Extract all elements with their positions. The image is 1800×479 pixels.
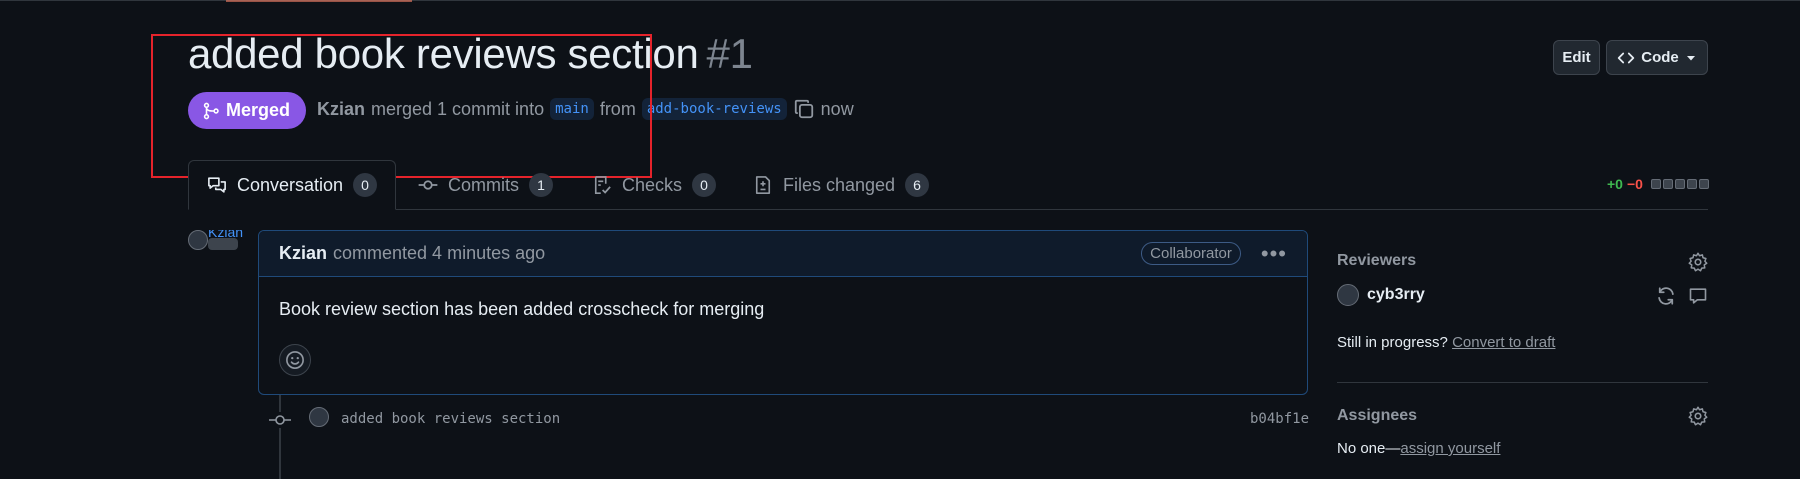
timeline-line bbox=[279, 395, 281, 479]
sync-icon[interactable] bbox=[1656, 286, 1676, 306]
diffstat-block bbox=[1662, 179, 1673, 189]
tab-checks-label: Checks bbox=[622, 174, 683, 195]
code-label: Code bbox=[1641, 49, 1679, 66]
file-diff-icon bbox=[755, 176, 771, 194]
collaborator-badge: Collaborator bbox=[1141, 242, 1241, 265]
code-icon bbox=[1618, 52, 1635, 63]
reviewer-avatar[interactable] bbox=[1337, 284, 1359, 306]
draft-prompt: Still in progress? Convert to draft bbox=[1337, 334, 1555, 351]
smiley-icon bbox=[286, 351, 304, 369]
comment-header: Kzian commented 4 minutes ago Collaborat… bbox=[259, 231, 1307, 277]
diffstat-block bbox=[1674, 179, 1685, 189]
sidebar-divider bbox=[1337, 382, 1708, 383]
tab-files-changed-count: 6 bbox=[905, 173, 930, 197]
diffstat-deletions: −0 bbox=[1626, 176, 1643, 192]
comment-box: Kzian commented 4 minutes ago Collaborat… bbox=[258, 230, 1308, 395]
tab-files-changed-label: Files changed bbox=[783, 174, 896, 195]
assign-yourself-link[interactable]: assign yourself bbox=[1400, 440, 1500, 457]
tab-checks-count: 0 bbox=[692, 173, 717, 197]
commit-icon bbox=[418, 180, 438, 190]
add-reaction-button[interactable] bbox=[279, 344, 311, 376]
checklist-icon bbox=[594, 176, 611, 194]
tab-commits-label: Commits bbox=[448, 174, 519, 195]
diffstat: +0 −0 bbox=[1607, 176, 1709, 192]
diffstat-block bbox=[1650, 179, 1661, 189]
assignees-value: No one—assign yourself bbox=[1337, 440, 1500, 457]
comment-author[interactable]: Kzian bbox=[279, 243, 327, 264]
tab-files-changed[interactable]: Files changed 6 bbox=[735, 160, 947, 210]
tab-conversation-count: 0 bbox=[353, 173, 378, 197]
comment-author-avatar[interactable]: Kzian bbox=[188, 230, 248, 250]
copy-icon[interactable] bbox=[793, 98, 815, 120]
edit-label: Edit bbox=[1562, 49, 1591, 66]
annotation-highlight-box bbox=[151, 34, 652, 178]
nav-active-underline bbox=[226, 0, 412, 2]
edit-button[interactable]: Edit bbox=[1553, 40, 1600, 75]
merge-time: now bbox=[820, 98, 854, 119]
commit-sha-link[interactable]: b04bf1e bbox=[1250, 411, 1309, 427]
tab-conversation[interactable]: Conversation 0 bbox=[188, 160, 397, 210]
tab-conversation-label: Conversation bbox=[237, 174, 344, 195]
assignees-heading: Assignees bbox=[1337, 407, 1418, 424]
tab-checks[interactable]: Checks 0 bbox=[574, 160, 734, 210]
tab-commits-count: 1 bbox=[529, 173, 553, 197]
diffstat-additions: +0 bbox=[1607, 176, 1623, 192]
diffstat-block bbox=[1698, 179, 1709, 189]
assignees-gear-icon[interactable] bbox=[1688, 406, 1708, 426]
reviewer-name[interactable]: cyb3rry bbox=[1367, 286, 1425, 304]
avatar-image bbox=[188, 230, 208, 250]
tab-commits[interactable]: Commits 1 bbox=[400, 160, 571, 210]
caret-down-icon bbox=[1686, 55, 1695, 60]
kebab-menu-icon[interactable]: ••• bbox=[1261, 242, 1287, 265]
code-button[interactable]: Code bbox=[1606, 40, 1708, 75]
convert-to-draft-link[interactable]: Convert to draft bbox=[1452, 334, 1555, 351]
pr-number: #1 bbox=[706, 30, 753, 77]
diffstat-block bbox=[1686, 179, 1697, 189]
diffstat-blocks bbox=[1650, 179, 1709, 189]
reviewers-heading: Reviewers bbox=[1337, 252, 1417, 269]
avatar-overlay bbox=[208, 238, 238, 250]
comment-body: Book review section has been added cross… bbox=[279, 299, 765, 319]
commit-message-link[interactable]: added book reviews section bbox=[341, 411, 560, 427]
commit-author-avatar[interactable] bbox=[309, 407, 329, 427]
comment-discussion-icon bbox=[208, 177, 226, 193]
head-branch-label[interactable]: add-book-reviews bbox=[641, 98, 787, 120]
comment-icon[interactable] bbox=[1688, 286, 1708, 306]
timeline-commit-icon bbox=[268, 412, 292, 428]
reviewers-gear-icon[interactable] bbox=[1688, 252, 1708, 272]
draft-prompt-text: Still in progress? bbox=[1337, 334, 1448, 351]
comment-meta[interactable]: commented 4 minutes ago bbox=[333, 243, 545, 264]
no-assignees-text: No one— bbox=[1337, 440, 1401, 457]
